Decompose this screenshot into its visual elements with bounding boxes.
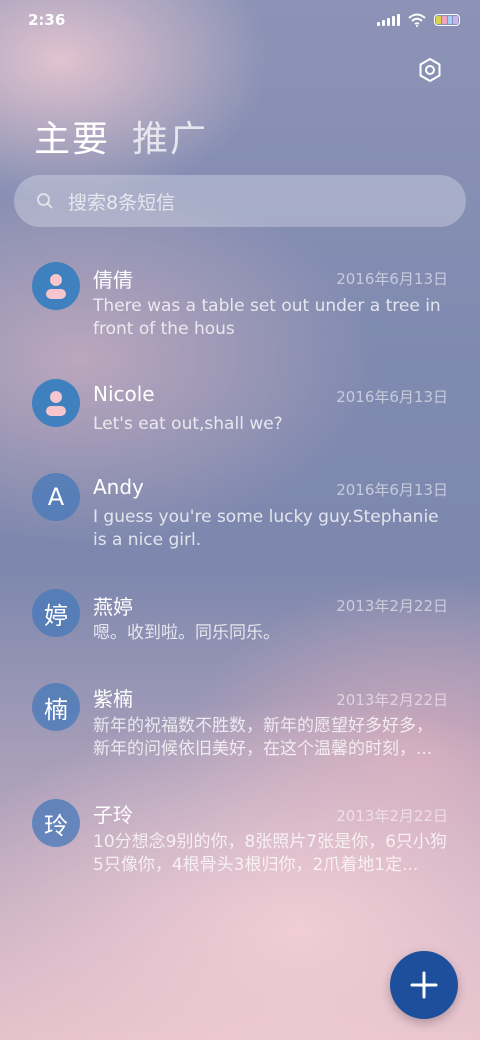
contact-name: 倩倩 [93,268,133,292]
message-preview: There was a table set out under a tree i… [93,296,441,339]
gear-icon [419,57,441,83]
plus-icon [410,971,438,999]
signal-icon [377,14,400,26]
battery-icon [434,14,460,26]
conversation-item[interactable]: 玲 子玲 2013年2月22日 10分想念9别的你，8张照片7张是你，6只小狗5… [0,798,480,898]
conversation-item[interactable]: Nicole 2016年6月13日 Let's eat out,shall we… [0,374,480,464]
message-preview: 新年的祝福数不胜数，新年的愿望好多好多，新年的问候依旧美好，在这个温馨的时刻，.… [93,716,433,759]
contact-name: Nicole [93,382,155,406]
avatar [32,379,80,427]
avatar: 婷 [32,589,80,637]
tab-main[interactable]: 主要 [34,110,110,162]
conversation-item[interactable]: A Andy 2016年6月13日 I guess you're some lu… [0,468,480,568]
settings-button[interactable] [414,54,446,86]
wifi-icon [408,13,426,27]
contact-name: Andy [93,475,144,499]
avatar-letter: 玲 [44,811,68,840]
avatar [32,262,80,310]
status-bar: 2:36 [0,0,480,40]
search-bar[interactable]: 搜索8条短信 [14,175,466,227]
person-icon [46,274,66,299]
message-preview: Let's eat out,shall we? [93,414,283,434]
message-preview: I guess you're some lucky guy.Stephanie … [93,507,439,550]
avatar: A [32,473,80,521]
avatar: 玲 [32,799,80,847]
message-date: 2016年6月13日 [336,481,448,499]
search-input[interactable]: 搜索8条短信 [68,188,175,215]
conversation-item[interactable]: 婷 燕婷 2013年2月22日 嗯。收到啦。同乐同乐。 [0,586,480,676]
message-date: 2013年2月22日 [336,807,448,825]
message-preview: 嗯。收到啦。同乐同乐。 [93,623,280,643]
status-time: 2:36 [28,11,66,29]
status-icons [377,13,460,27]
avatar-letter: 婷 [44,601,68,630]
avatar: 楠 [32,683,80,731]
conversation-item[interactable]: 倩倩 2016年6月13日 There was a table set out … [0,256,480,356]
message-date: 2013年2月22日 [336,691,448,709]
contact-name: 子玲 [93,803,133,827]
avatar-letter: 楠 [44,695,68,724]
tab-bar: 主要 推广 [34,110,208,162]
person-icon [46,391,66,416]
tab-promotions[interactable]: 推广 [132,110,208,162]
avatar-letter: A [47,483,65,511]
contact-name: 燕婷 [93,595,133,619]
message-date: 2016年6月13日 [336,270,448,288]
message-date: 2013年2月22日 [336,597,448,615]
search-icon [37,193,53,209]
compose-button[interactable] [390,951,458,1019]
message-preview: 10分想念9别的你，8张照片7张是你，6只小狗5只像你，4根骨头3根归你，2爪着… [93,832,447,875]
contact-name: 紫楠 [93,687,133,711]
message-date: 2016年6月13日 [336,388,448,406]
conversation-item[interactable]: 楠 紫楠 2013年2月22日 新年的祝福数不胜数，新年的愿望好多好多，新年的问… [0,680,480,780]
